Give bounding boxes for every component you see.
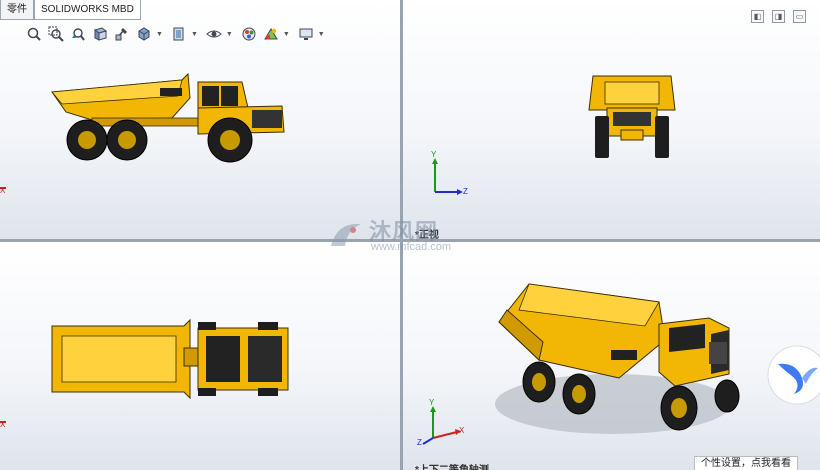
axis-y-label: Y [429, 398, 435, 407]
watermark-url: www.mfcad.com [371, 241, 452, 253]
axis-z-label: Z [417, 438, 422, 447]
view-orientation-icon[interactable] [112, 24, 132, 44]
viewport-controls: ◧ ◨ ▭ [751, 10, 806, 23]
coordinate-triad: Y X Z [417, 398, 475, 450]
heads-up-view-toolbar: ▼ ▼ ▼ ▼ ▼ [24, 24, 329, 44]
tab-part[interactable]: 零件 [0, 0, 34, 20]
tab-solidworks-mbd[interactable]: SOLIDWORKS MBD [34, 0, 141, 20]
restore-view-icon[interactable]: ◧ [751, 10, 764, 23]
chevron-down-icon[interactable]: ▼ [191, 31, 198, 38]
previous-view-icon[interactable] [68, 24, 88, 44]
personalize-settings-tooltip[interactable]: 个性设置，点我看看 [694, 456, 798, 470]
section-view-icon[interactable] [90, 24, 110, 44]
truck-top-view [51, 318, 289, 400]
viewport-bottom-right[interactable]: Y X Z *上下二等角轴测 [403, 242, 820, 470]
watermark: 沐风网 www.mfcad.com [327, 212, 497, 260]
axis-x-label: X [0, 186, 6, 195]
assistant-bird-icon[interactable] [766, 344, 820, 406]
coordinate-triad: Y Z [421, 150, 477, 204]
watermark-logo-icon [331, 223, 361, 246]
viewport-bottom-left[interactable]: X [0, 242, 400, 470]
eye-icon[interactable] [204, 24, 224, 44]
zoom-to-fit-icon[interactable] [24, 24, 44, 44]
chevron-down-icon[interactable]: ▼ [226, 31, 233, 38]
apply-scene-icon[interactable] [261, 24, 281, 44]
chevron-down-icon[interactable]: ▼ [283, 31, 290, 38]
axis-x-label: X [459, 426, 465, 435]
chevron-down-icon[interactable]: ▼ [318, 31, 325, 38]
monitor-icon[interactable] [296, 24, 316, 44]
document-tabs: 零件 SOLIDWORKS MBD [0, 0, 141, 20]
axis-z-label: Z [463, 187, 468, 196]
expand-view-icon[interactable]: ▭ [793, 10, 806, 23]
view-name-isometric: *上下二等角轴测 [415, 461, 489, 470]
edit-appearance-icon[interactable] [239, 24, 259, 44]
zoom-to-area-icon[interactable] [46, 24, 66, 44]
coordinate-triad: X [0, 412, 22, 462]
axis-y-label: Y [431, 150, 437, 159]
viewport-top-right[interactable]: ◧ ◨ ▭ Y Z *正视 [403, 0, 820, 239]
hide-show-items-icon[interactable] [169, 24, 189, 44]
chevron-down-icon[interactable]: ▼ [156, 31, 163, 38]
axis-x-label: X [0, 420, 6, 429]
coordinate-triad: X [0, 178, 22, 228]
link-views-icon[interactable]: ◨ [772, 10, 785, 23]
display-style-icon[interactable] [134, 24, 154, 44]
